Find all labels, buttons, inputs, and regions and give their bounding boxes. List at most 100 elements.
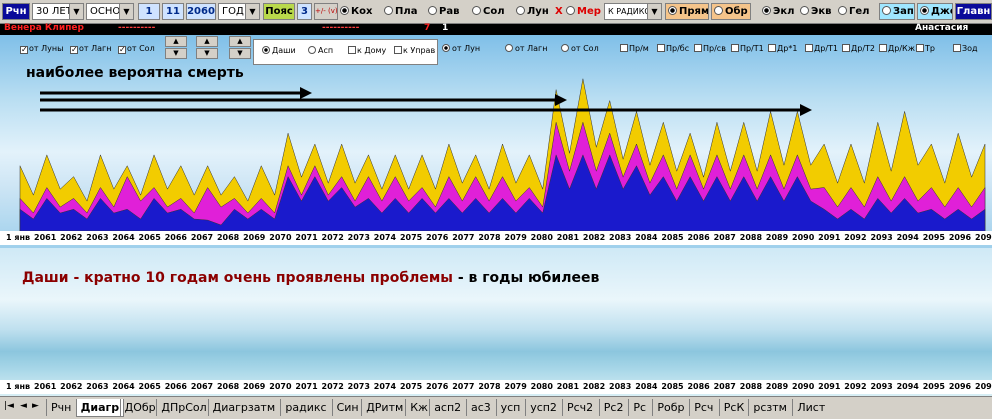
sheet-tab[interactable]: Рсч2 bbox=[562, 399, 597, 416]
axis-year-label: 2073 bbox=[347, 233, 370, 242]
checkbox-checked-icon: ✓ bbox=[70, 45, 78, 54]
radio-from-sun[interactable]: от Сол bbox=[561, 44, 599, 54]
year-field[interactable]: 2060 bbox=[186, 3, 216, 20]
aspect-check-label: Др/Т1 bbox=[814, 44, 838, 53]
radix-select[interactable]: К РАДИКСУ ▼ bbox=[604, 3, 662, 20]
aspect-check[interactable]: Пр/м bbox=[620, 44, 649, 54]
axis-year-label: 2061 bbox=[34, 382, 57, 391]
unit-select[interactable]: ГОД ▼ bbox=[218, 3, 260, 20]
west-radio[interactable]: Зап bbox=[879, 3, 915, 20]
radio-from-moon[interactable]: от Лун bbox=[442, 44, 480, 54]
belts-button[interactable]: Пояс bbox=[263, 3, 295, 20]
sheet-tab[interactable]: Кж bbox=[405, 399, 432, 416]
aspect-check[interactable]: Тр bbox=[916, 44, 935, 54]
axis-year-label: 2068 bbox=[216, 382, 240, 391]
check-to-house[interactable]: к Дому bbox=[348, 46, 386, 56]
sheet-tabs: |◄ ◄ ► Рчн Диагр ДОбр ДПрСол Диагрзатм радикс… bbox=[0, 396, 992, 419]
coord-radio-ekv[interactable]: Экв bbox=[800, 4, 831, 20]
day-field[interactable]: 1 bbox=[138, 3, 160, 20]
aspect-check[interactable]: Пр/бс bbox=[657, 44, 689, 54]
spin-up-button[interactable]: ▲ bbox=[229, 36, 251, 47]
sheet-tab[interactable]: асп2 bbox=[429, 399, 465, 416]
coord-radio-ekl[interactable]: Экл bbox=[762, 4, 794, 20]
spin-up-button[interactable]: ▲ bbox=[165, 36, 187, 47]
checkbox-icon bbox=[694, 44, 702, 52]
spin-down-button[interactable]: ▼ bbox=[229, 48, 251, 59]
axis-year-label: 2088 bbox=[739, 233, 763, 242]
first-sheet-icon[interactable]: |◄ bbox=[4, 401, 14, 411]
checkbox-checked-icon: ✓ bbox=[118, 45, 126, 54]
sheet-tab[interactable]: ДОбр bbox=[119, 399, 160, 416]
radio-dot-icon bbox=[340, 6, 349, 15]
spin-down-button[interactable]: ▼ bbox=[165, 48, 187, 59]
planet-radio-rav[interactable]: Рав bbox=[428, 4, 459, 20]
period-select[interactable]: 30 ЛЕТ ▼ bbox=[32, 3, 84, 20]
sheet-tab[interactable]: усп2 bbox=[525, 399, 561, 416]
axis-year-label: 2095 bbox=[922, 382, 945, 391]
check-from-sun[interactable]: ✓от Сол bbox=[118, 44, 155, 54]
info-number-b: 1 bbox=[442, 23, 449, 33]
aspect-check[interactable]: Др/Т1 bbox=[805, 44, 838, 54]
sheet-tab[interactable]: рсзтм bbox=[748, 399, 791, 416]
planet-radio-sol[interactable]: Сол bbox=[472, 4, 505, 20]
sheet-tab[interactable]: ас3 bbox=[466, 399, 495, 416]
axis-year-label: 2069 bbox=[243, 382, 266, 391]
spin-down-button[interactable]: ▼ bbox=[196, 48, 218, 59]
radio-dot-icon bbox=[262, 46, 270, 54]
planet-radio-koh[interactable]: Кох bbox=[340, 4, 373, 20]
axis-year-label: 2096 bbox=[948, 382, 972, 391]
planet-radio-lun[interactable]: Лун bbox=[516, 4, 549, 20]
coord-radio-gel[interactable]: Гел bbox=[838, 4, 869, 20]
sheet-tab[interactable]: Диагр bbox=[75, 399, 125, 417]
sheet-tab[interactable]: Рс bbox=[628, 399, 650, 416]
check-from-lagna[interactable]: ✓от Лагн bbox=[70, 44, 111, 54]
planet-radio-mer[interactable]: Мер bbox=[566, 4, 601, 20]
sheet-tab[interactable]: радикс bbox=[280, 399, 330, 416]
plusminus-button[interactable]: +/- (v) bbox=[314, 3, 338, 20]
planet-radio-pla[interactable]: Пла bbox=[384, 4, 417, 20]
radio-asp[interactable]: Асп bbox=[308, 46, 333, 56]
sheet-tab[interactable]: РсК bbox=[718, 399, 749, 416]
direct-radio[interactable]: Прям bbox=[665, 3, 709, 20]
chevron-down-icon: ▼ bbox=[245, 4, 259, 19]
radio-from-lagna[interactable]: от Лагн bbox=[505, 44, 547, 54]
check-from-moon[interactable]: ✓от Луны bbox=[20, 44, 63, 54]
radio-dot-icon bbox=[505, 44, 513, 52]
check-to-ruler[interactable]: к Управ bbox=[394, 46, 435, 56]
sheet-tab[interactable]: усп bbox=[495, 399, 525, 416]
rchn-button[interactable]: Рчн bbox=[2, 3, 30, 20]
next-sheet-icon[interactable]: ► bbox=[32, 401, 39, 411]
mode-select[interactable]: ОСНОВН ▼ bbox=[86, 3, 134, 20]
sheet-tab[interactable]: ДПрСол bbox=[156, 399, 210, 416]
aspect-check[interactable]: Др*1 bbox=[768, 44, 797, 54]
checkbox-icon bbox=[916, 44, 924, 52]
axis-year-label: 2066 bbox=[164, 382, 187, 391]
spin-up-button[interactable]: ▲ bbox=[196, 36, 218, 47]
axis-year-label: 2070 bbox=[269, 382, 292, 391]
axis-year-label: 2090 bbox=[792, 382, 815, 391]
belts-count[interactable]: 3 bbox=[297, 3, 312, 20]
sheet-tab[interactable]: Диагрзатм bbox=[207, 399, 280, 416]
axis-year-label: 2080 bbox=[530, 233, 553, 242]
sheet-tab[interactable]: Рчн bbox=[46, 399, 75, 416]
prev-sheet-icon[interactable]: ◄ bbox=[20, 401, 27, 411]
axis-year-label: 2090 bbox=[792, 233, 815, 242]
axis-year-label: 2064 bbox=[112, 382, 135, 391]
sheet-tab[interactable]: Рсч bbox=[689, 399, 717, 416]
sheet-tab[interactable]: Рс2 bbox=[598, 399, 628, 416]
sheet-tab[interactable]: Робр bbox=[652, 399, 688, 416]
aspect-check[interactable]: Пр/Т1 bbox=[731, 44, 764, 54]
month-field[interactable]: 11 bbox=[162, 3, 184, 20]
aspect-check[interactable]: Др/Кж bbox=[879, 44, 915, 54]
reverse-radio[interactable]: Обр bbox=[711, 3, 751, 20]
sheet-tab[interactable]: ДРитм bbox=[361, 399, 407, 416]
aspect-check[interactable]: Пр/св bbox=[694, 44, 726, 54]
aspect-check[interactable]: Др/Т2 bbox=[842, 44, 875, 54]
radio-dasha[interactable]: Даши bbox=[262, 46, 296, 56]
main-button[interactable]: Главн bbox=[955, 3, 992, 20]
jyotish-radio[interactable]: Джот bbox=[917, 3, 953, 20]
sheet-tab[interactable]: Лист bbox=[792, 399, 829, 416]
sheet-tab[interactable]: Син bbox=[331, 399, 363, 416]
main-toolbar: Рчн 30 ЛЕТ ▼ ОСНОВН ▼ 1 11 2060 ГОД ▼ По… bbox=[0, 0, 992, 24]
aspect-check[interactable]: Зод bbox=[953, 44, 978, 54]
